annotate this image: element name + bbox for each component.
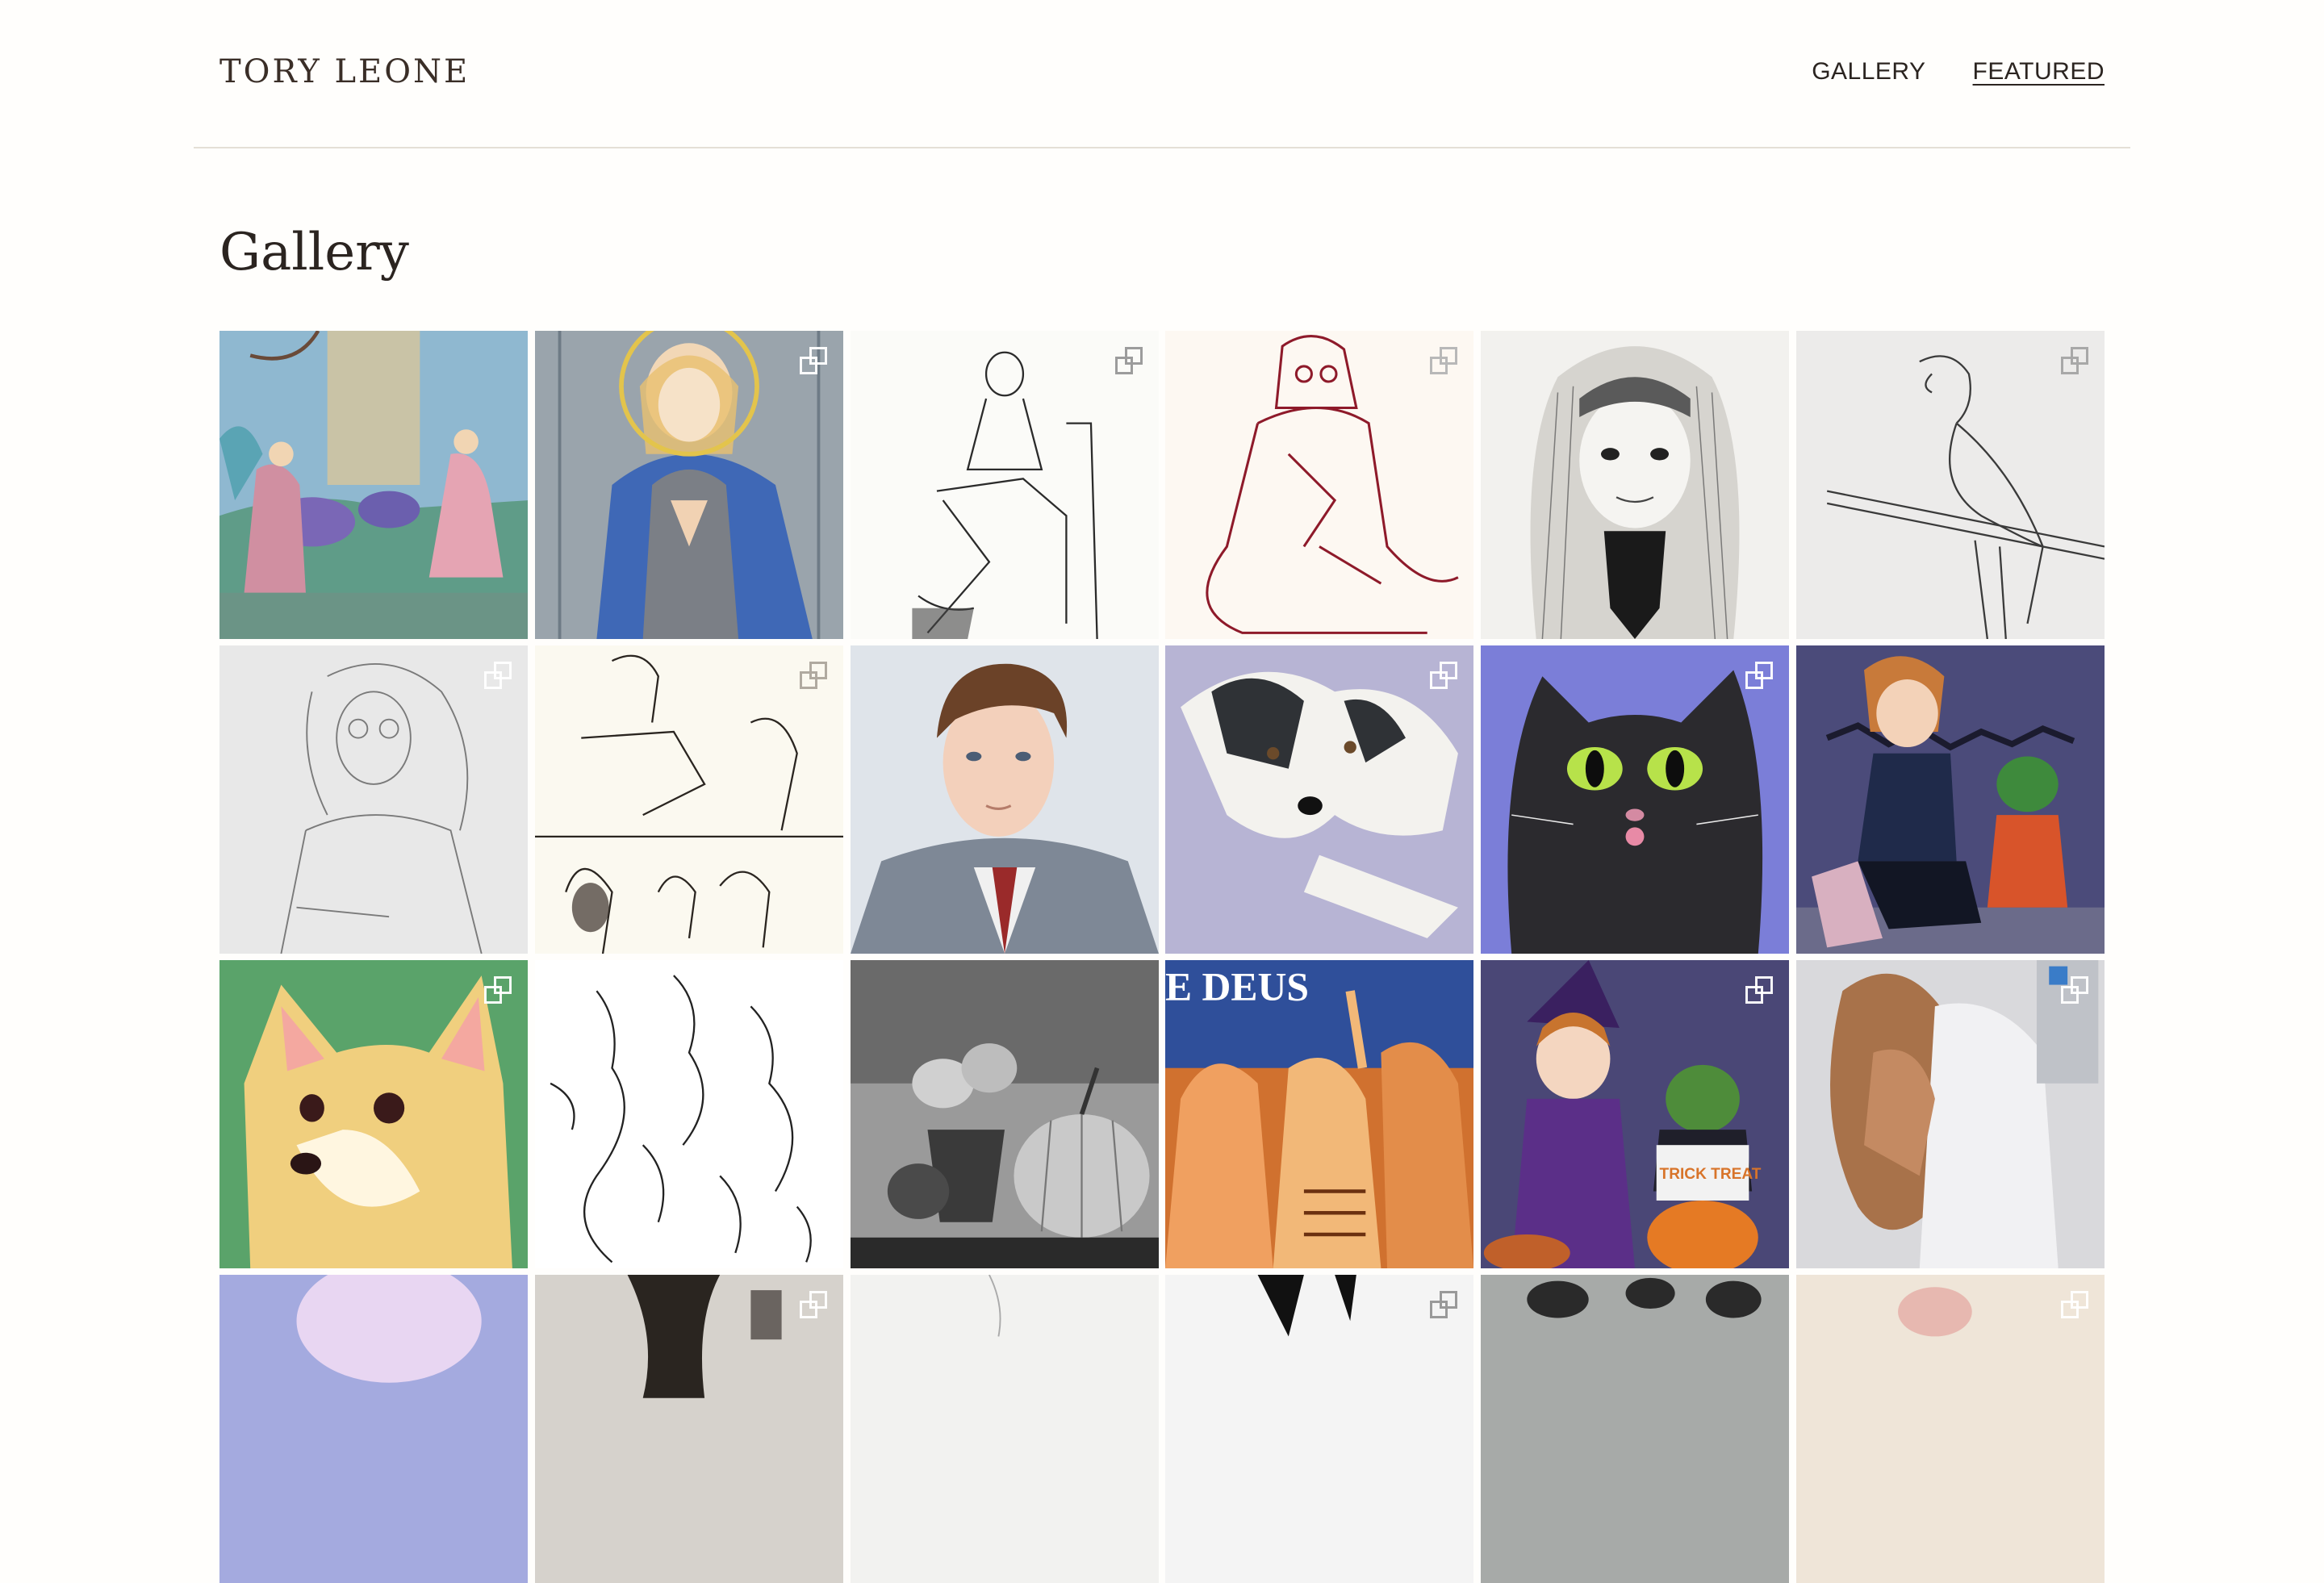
gallery-tile-red-ink-nun[interactable] xyxy=(1165,331,1474,639)
artwork-thumbnail xyxy=(1795,331,2105,639)
gallery-tile-woman-phone[interactable] xyxy=(534,1275,843,1583)
nav-gallery-link[interactable]: GALLERY xyxy=(1812,58,1925,86)
gallery-tile-bw-figure[interactable] xyxy=(1165,1275,1474,1583)
artwork-thumbnail xyxy=(1481,331,1790,639)
artwork-thumbnail xyxy=(1481,1275,1790,1583)
artwork-thumbnail xyxy=(850,960,1159,1268)
gallery-tile-parrot[interactable] xyxy=(1795,331,2105,639)
gallery-tile-black-cat[interactable] xyxy=(1481,645,1790,954)
gallery-tile-mermaids[interactable] xyxy=(534,960,843,1268)
multiple-images-icon xyxy=(2060,1291,2088,1318)
artwork-thumbnail xyxy=(1795,645,2105,954)
multiple-images-icon xyxy=(1114,347,1143,374)
nav-featured-link[interactable]: FEATURED xyxy=(1973,58,2105,86)
site-title-link[interactable]: TORY LEONE xyxy=(219,53,470,90)
site-header: TORY LEONE GALLERY FEATURED xyxy=(194,0,2130,148)
gallery-tile-young-man[interactable] xyxy=(850,645,1159,954)
gallery-tile-pumpkins-charcoal[interactable] xyxy=(850,960,1159,1268)
artwork-thumbnail xyxy=(534,1275,843,1583)
gallery-tile-faint-figure[interactable] xyxy=(850,1275,1159,1583)
artwork-thumbnail xyxy=(1165,645,1474,954)
artwork-thumbnail xyxy=(1165,331,1474,639)
multiple-images-icon xyxy=(2060,976,2088,1004)
gallery-tile-curly-woman[interactable] xyxy=(219,645,528,954)
artwork-thumbnail xyxy=(850,331,1159,639)
poster-text: E DEUS xyxy=(1165,965,1309,1009)
gallery-tile-madonna[interactable] xyxy=(534,331,843,639)
gallery-tile-seated-man[interactable] xyxy=(850,331,1159,639)
multiple-images-icon xyxy=(799,347,827,374)
artwork-thumbnail: E DEUS xyxy=(1165,960,1474,1268)
gallery-tile-witch-pepe[interactable]: TRICK TREAT xyxy=(1481,960,1790,1268)
main-nav: GALLERY FEATURED xyxy=(1812,58,2105,86)
multiple-images-icon xyxy=(1430,662,1458,689)
multiple-images-icon xyxy=(484,662,512,689)
multiple-images-icon xyxy=(799,1291,827,1318)
artwork-thumbnail: TRICK TREAT xyxy=(1481,960,1790,1268)
artwork-thumbnail xyxy=(534,331,843,639)
page-title: Gallery xyxy=(219,223,409,282)
gallery-tile-halloween-girl[interactable] xyxy=(1795,645,2105,954)
artwork-thumbnail xyxy=(219,645,528,954)
gallery-tile-figure-studies[interactable] xyxy=(534,645,843,954)
artwork-thumbnail xyxy=(1795,1275,2105,1583)
multiple-images-icon xyxy=(484,976,512,1004)
artwork-thumbnail xyxy=(534,960,843,1268)
multiple-images-icon xyxy=(1430,347,1458,374)
trick-or-treat-sign: TRICK TREAT xyxy=(1660,1166,1762,1183)
gallery-grid: E DEUS TRICK TREAT xyxy=(219,331,2105,1583)
gallery-tile-annunciation[interactable] xyxy=(219,331,528,639)
gallery-tile-dancing-crowd[interactable]: E DEUS xyxy=(1165,960,1474,1268)
gallery-tile-border-collie[interactable] xyxy=(1165,645,1474,954)
artwork-thumbnail xyxy=(1795,960,2105,1268)
artwork-thumbnail xyxy=(1481,645,1790,954)
artwork-thumbnail xyxy=(850,1275,1159,1583)
gallery-tile-girl-portrait[interactable] xyxy=(1481,331,1790,639)
gallery-tile-doge[interactable] xyxy=(219,960,528,1268)
artwork-thumbnail xyxy=(1165,1275,1474,1583)
multiple-images-icon xyxy=(1745,976,1774,1004)
gallery-tile-embrace[interactable] xyxy=(1795,960,2105,1268)
multiple-images-icon xyxy=(1745,662,1774,689)
gallery-tile-lavender-figure[interactable] xyxy=(219,1275,528,1583)
artwork-thumbnail xyxy=(219,1275,528,1583)
artwork-thumbnail xyxy=(219,331,528,639)
multiple-images-icon xyxy=(1430,1291,1458,1318)
gallery-tile-pig[interactable] xyxy=(1795,1275,2105,1583)
multiple-images-icon xyxy=(799,662,827,689)
gallery-tile-penguins[interactable] xyxy=(1481,1275,1790,1583)
artwork-thumbnail xyxy=(850,645,1159,954)
artwork-thumbnail xyxy=(219,960,528,1268)
artwork-thumbnail xyxy=(534,645,843,954)
multiple-images-icon xyxy=(2060,347,2088,374)
